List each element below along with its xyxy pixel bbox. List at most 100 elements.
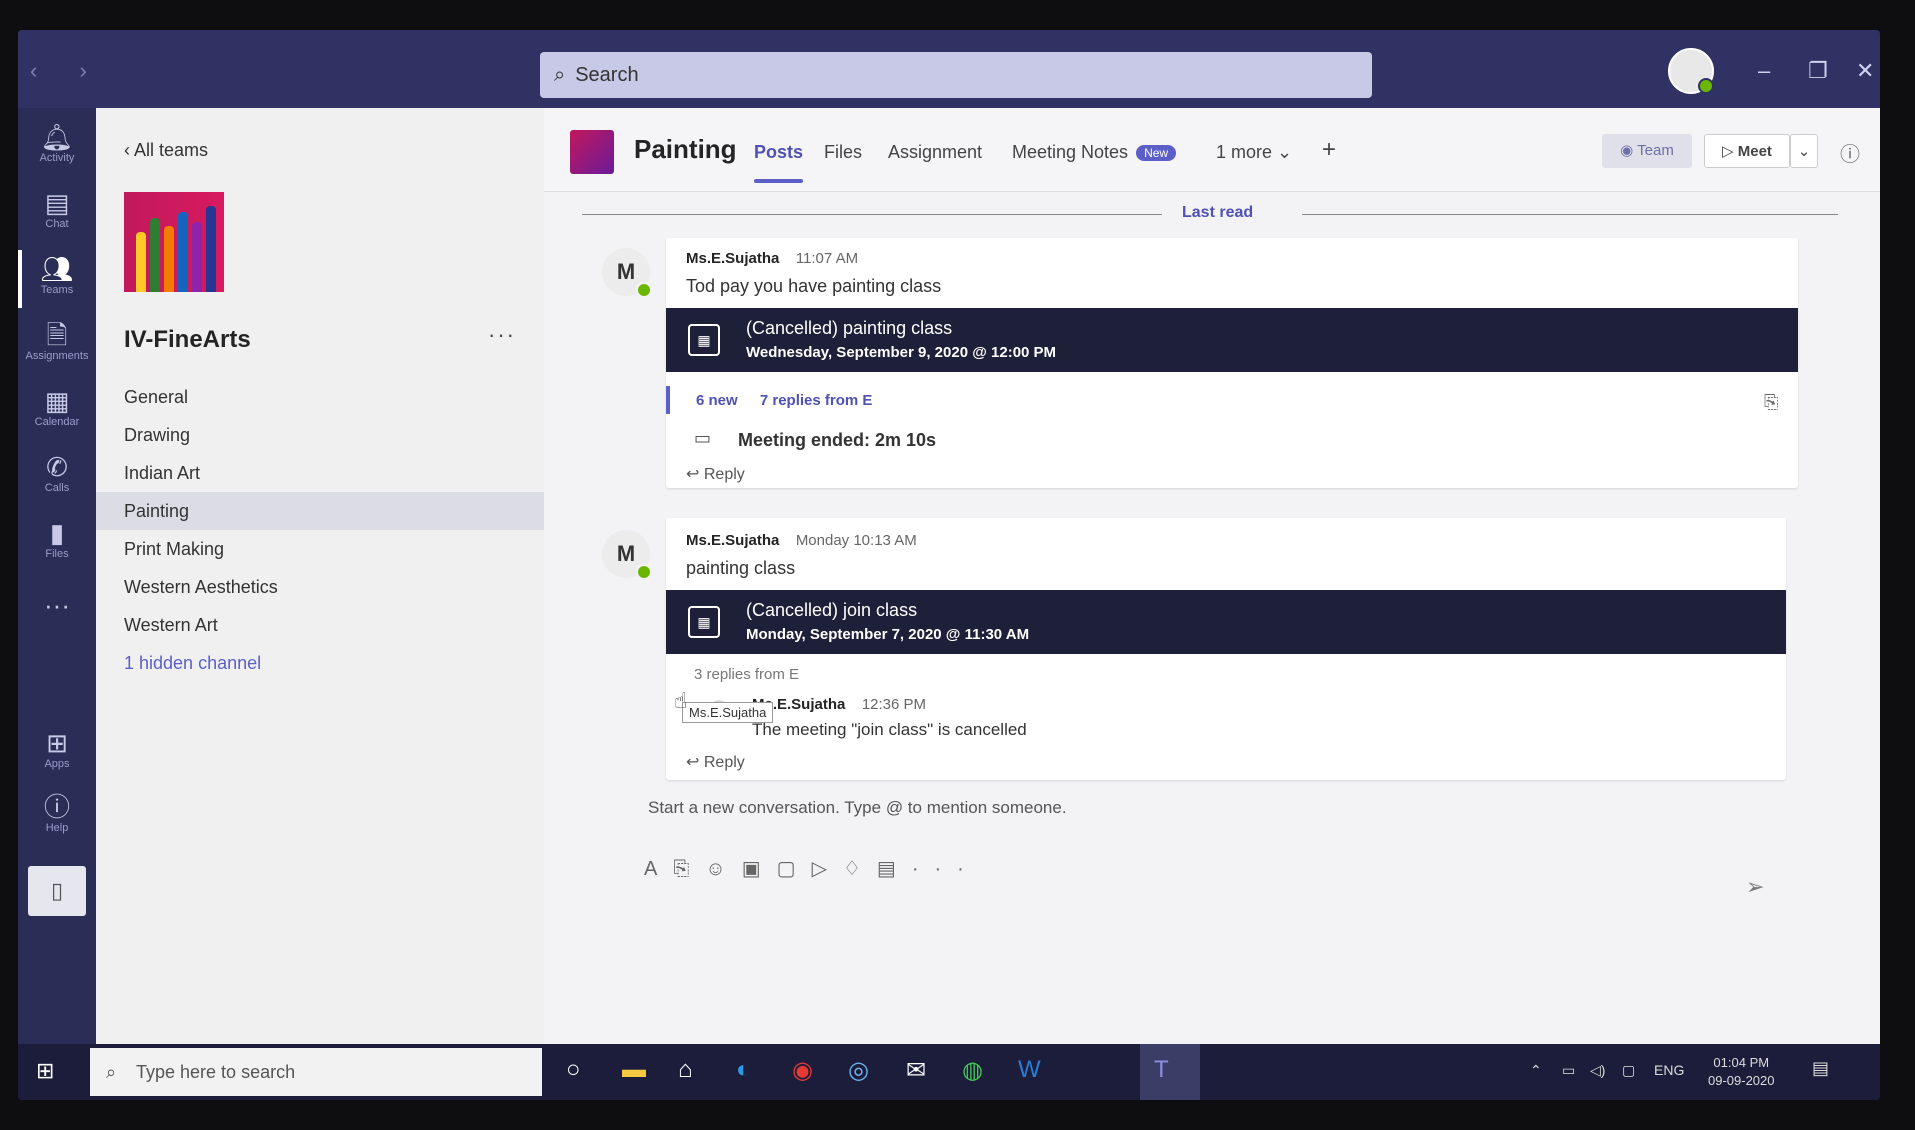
info-icon[interactable]: ⓘ [1840,138,1860,167]
teams-taskbar-active[interactable] [1140,1044,1200,1100]
replies-link[interactable]: 3 replies from E [694,666,799,683]
gif-icon[interactable]: ▣ [742,858,777,880]
close-icon[interactable]: ✕ [1856,58,1874,84]
notification-icon[interactable]: ▤ [1812,1058,1829,1079]
display-icon[interactable]: ▢ [1622,1062,1635,1079]
channel-western-art[interactable]: Western Art [96,606,544,644]
restore-icon[interactable]: ❐ [1808,58,1828,84]
emoji-icon[interactable]: ☺ [705,858,741,880]
meet-button[interactable]: ▷ Meet [1704,134,1790,168]
chrome-icon[interactable]: ◉ [792,1056,813,1085]
reply-button[interactable]: ↩ Reply [686,464,745,484]
file-explorer-icon[interactable]: ▬ [622,1056,646,1084]
nav-arrows[interactable]: ‹ › [30,58,105,84]
add-tab-icon[interactable]: + [1322,136,1336,164]
rail-chat[interactable]: ▤ Chat [18,188,96,230]
format-icon[interactable]: A [644,858,673,880]
rail-more[interactable]: ··· [18,590,96,620]
channel-painting[interactable]: Painting [96,492,544,530]
meet-dropdown[interactable]: ⌄ [1790,134,1818,168]
tab-assignment[interactable]: Assignment [888,142,982,163]
volume-icon[interactable]: ◁) [1590,1062,1605,1079]
channel-general[interactable]: General [96,378,544,416]
reply-meta: Ms.E.Sujatha 12:36 PM [752,696,926,714]
tab-files[interactable]: Files [824,142,862,163]
meeting-card[interactable]: ▦ (Cancelled) painting class Wednesday, … [666,308,1798,372]
post-meta: Ms.E.Sujatha Monday 10:13 AM [686,532,917,550]
more-icon[interactable]: ··· [912,858,980,880]
taskbar-clock[interactable]: 01:04 PM 09-09-2020 [1708,1054,1775,1090]
tab-posts[interactable]: Posts [754,142,804,183]
team-button[interactable]: ◉ Team [1602,134,1692,168]
avatar[interactable]: M [602,530,652,580]
post-author[interactable]: Ms.E.Sujatha [686,250,779,267]
windows-taskbar: ⊞ ⌕ Type here to search ○ ▬ ⌂ ◐ ◉ ◎ ✉ ◍ … [18,1044,1880,1100]
post-text: Tod pay you have painting class [686,276,942,296]
post-card: Ms.E.Sujatha 11:07 AM Tod pay you have p… [666,238,1798,488]
forms-icon[interactable]: ▤ [877,858,912,880]
meeting-title: (Cancelled) join class [746,600,918,620]
attach-icon[interactable]: ⎘ [673,858,705,880]
rail-apps[interactable]: ⊞ Apps [18,728,96,770]
network-icon[interactable]: ▭ [1562,1062,1575,1079]
channel-western-aesthetics[interactable]: Western Aesthetics [96,568,544,606]
compose-input[interactable]: Start a new conversation. Type @ to ment… [648,798,1067,818]
edge-icon[interactable]: ◐ [736,1056,751,1084]
reply-button[interactable]: ↩ Reply [686,752,745,772]
mobile-app-icon[interactable]: ▯ [28,866,86,916]
channel-drawing[interactable]: Drawing [96,416,544,454]
taskbar-search-placeholder: Type here to search [136,1062,296,1082]
attach-icon[interactable]: ⎘ [1764,392,1778,413]
team-more-icon[interactable]: ··· [488,322,516,348]
channel-main: Painting Posts Files Assignment Meeting … [544,108,1880,1044]
store-icon[interactable]: ⌂ [678,1056,693,1084]
tab-meeting-notes[interactable]: Meeting Notes New [1012,142,1177,163]
taskbar-search[interactable]: ⌕ Type here to search [90,1048,542,1096]
replies-link[interactable]: 6 new 7 replies from E [696,392,872,409]
divider-line [582,214,1162,215]
video-icon: ▷ [1722,143,1738,160]
channel-print-making[interactable]: Print Making [96,530,544,568]
meeting-card[interactable]: ▦ (Cancelled) join class Monday, Septemb… [666,590,1786,654]
post-author[interactable]: Ms.E.Sujatha [686,532,779,549]
meeting-title: (Cancelled) painting class [746,318,953,338]
praise-icon[interactable]: ♢ [843,858,877,880]
browser-icon[interactable]: ◎ [848,1056,869,1085]
channel-indian-art[interactable]: Indian Art [96,454,544,492]
language-indicator[interactable]: ENG [1654,1062,1684,1078]
tab-more-label: 1 more [1216,142,1273,162]
author-tooltip: Ms.E.Sujatha [682,702,774,723]
calendar-icon: ▦ [688,606,720,638]
phone-icon: ✆ [46,452,68,482]
hidden-channels-link[interactable]: 1 hidden channel [96,644,544,682]
mail-icon[interactable]: ✉ [906,1056,926,1085]
meet-now-icon[interactable]: ▷ [812,858,843,880]
rail-calls[interactable]: ✆ Calls [18,452,96,494]
rail-files[interactable]: ▮ Files [18,518,96,560]
teams-taskbar-icon[interactable]: T [1154,1056,1169,1084]
rail-activity[interactable]: 🔔︎ Activity [18,122,96,164]
tray-chevron-icon[interactable]: ⌃ [1530,1062,1542,1079]
rail-teams[interactable]: 👥︎ Teams [18,250,96,308]
cortana-icon[interactable]: ○ [566,1056,581,1084]
user-avatar[interactable] [1668,48,1714,94]
all-teams-link[interactable]: ‹ All teams [124,140,208,161]
rail-label: Calls [44,482,70,494]
send-icon[interactable]: ➢ [1746,874,1764,900]
tab-more[interactable]: 1 more ⌄ [1216,142,1292,163]
meeting-ended-icon: ▭ [694,428,712,448]
clock-date: 09-09-2020 [1708,1073,1775,1088]
rail-help[interactable]: ⓘ Help [18,792,96,834]
whatsapp-icon[interactable]: ◍ [962,1056,983,1085]
reply-label: Reply [703,466,745,483]
more-options-icon[interactable]: ··· [1878,138,1880,161]
avatar[interactable]: M [602,248,652,298]
chevron-left-icon: ‹ [124,140,135,160]
word-icon[interactable]: W [1018,1056,1041,1084]
minimize-icon[interactable]: – [1758,58,1770,84]
sticker-icon[interactable]: ▢ [777,858,812,880]
rail-assignments[interactable]: 🗎︎ Assignments [18,320,96,362]
windows-start-icon[interactable]: ⊞ [36,1058,54,1084]
search-input[interactable]: ⌕ Search [540,52,1372,98]
rail-calendar[interactable]: ▦ Calendar [18,386,96,428]
